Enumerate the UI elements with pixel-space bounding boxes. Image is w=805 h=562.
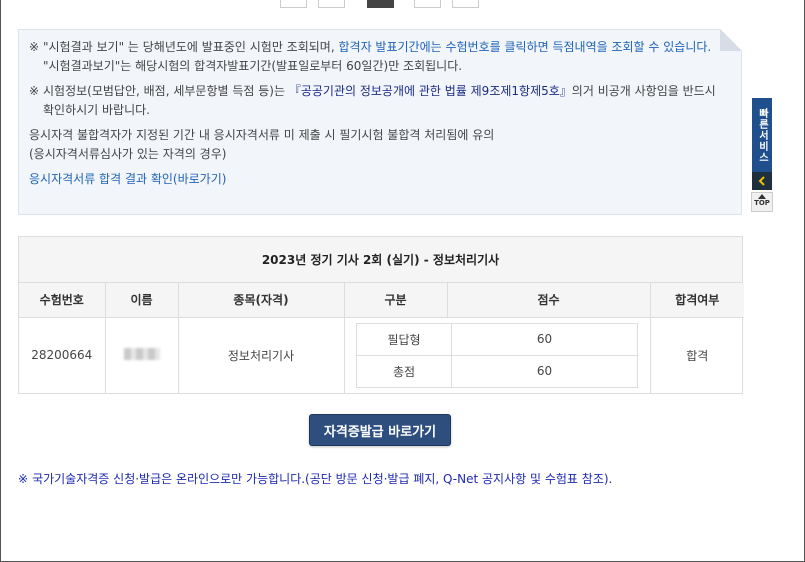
pass-status-cell: 합격 [686,348,709,363]
page-button[interactable] [280,0,307,8]
table-row: 28200664 정보처리기사 필답형 60 총점 60 합격 [19,317,744,393]
footnote: ※ 국가기술자격증 신청·발급은 온라인으로만 가능합니다.(공단 방문 신청·발… [18,470,778,487]
page-button[interactable] [318,0,345,8]
notice-text: 시험정보(모범답안, 배점, 세부문항별 득점 등)는 [43,84,289,98]
notice-qualification-text: 응시자격 불합격자가 지정된 기간 내 응시자격서류 미 제출 시 필기시험 불… [29,128,495,142]
blurred-name [123,347,160,360]
law-reference-text: 『공공기관의 정보공개에 관한 법률 제9조제1항제5호』 [288,84,572,98]
reference-mark: ※ [29,40,40,54]
header-category: 구분 [344,283,448,318]
table-header-row: 수험번호 이름 종목(자격) 구분 점수 합격여부 [19,283,744,318]
header-pass-status: 합격여부 [650,283,744,318]
quick-service-tab[interactable]: 빠른서비스 [752,98,772,172]
notice-qualification-note: (응시자격서류심사가 있는 자격의 경우) [29,147,227,161]
header-exam-number: 수험번호 [19,283,106,318]
subject-cell: 정보처리기사 [178,317,345,393]
page-button[interactable] [414,0,441,8]
score-label: 총점 [356,354,452,388]
scroll-top-button[interactable]: TOP [751,192,773,212]
header-name: 이름 [105,283,179,318]
page-button[interactable] [452,0,479,8]
exam-number-cell[interactable]: 28200664 [19,317,106,393]
notice-box: ※ "시험결과 보기" 는 당해년도에 발표중인 시험만 조회되며, 합격자 발… [18,29,742,215]
certificate-issue-button[interactable]: 자격증발급 바로가기 [309,414,451,446]
reference-mark: ※ [29,84,40,98]
score-detail-table: 필답형 60 총점 60 [356,322,638,388]
top-label: TOP [754,199,770,207]
page-button-active[interactable] [367,0,394,8]
notice-item-1: ※ "시험결과 보기" 는 당해년도에 발표중인 시험만 조회되며, 합격자 발… [29,38,729,76]
chevron-left-icon [758,176,765,186]
notice-text: "시험결과보기"는 해당시험의 합격자발표기간(발표일로부터 60일간)만 조회… [43,59,463,73]
footnote-text: 국가기술자격증 신청·발급은 온라인으로만 가능합니다.(공단 방문 신청·발급… [32,472,613,486]
score-detail-cell: 필답형 60 총점 60 [344,317,651,393]
score-value: 60 [451,354,638,388]
qualification-result-link[interactable]: 응시자격서류 합격 결과 확인(바로가기) [29,172,226,186]
result-panel: 2023년 정기 기사 2회 (실기) - 정보처리기사 수험번호 이름 종목(… [18,236,744,394]
page-fold-decoration [720,29,742,51]
result-title: 2023년 정기 기사 2회 (실기) - 정보처리기사 [19,237,742,283]
header-subject: 종목(자격) [178,283,345,318]
score-row: 필답형 60 [356,322,638,356]
notice-highlight-text: 합격자 발표기간에는 수험번호를 클릭하면 득점내역을 조회할 수 있습니다. [338,40,712,54]
name-cell [105,317,179,393]
score-row: 총점 60 [356,354,638,388]
notice-item-2: ※ 시험정보(모범답안, 배점, 세부문항별 득점 등)는 『공공기관의 정보공… [29,82,729,120]
notice-text: "시험결과 보기" 는 당해년도에 발표중인 시험만 조회되며, [43,40,339,54]
score-label: 필답형 [356,322,452,356]
header-score: 점수 [447,283,651,318]
score-value: 60 [451,322,638,356]
result-table: 수험번호 이름 종목(자격) 구분 점수 합격여부 28200664 정보처리기… [19,283,744,393]
reference-mark: ※ [18,472,29,486]
quick-service-toggle[interactable] [752,172,772,190]
